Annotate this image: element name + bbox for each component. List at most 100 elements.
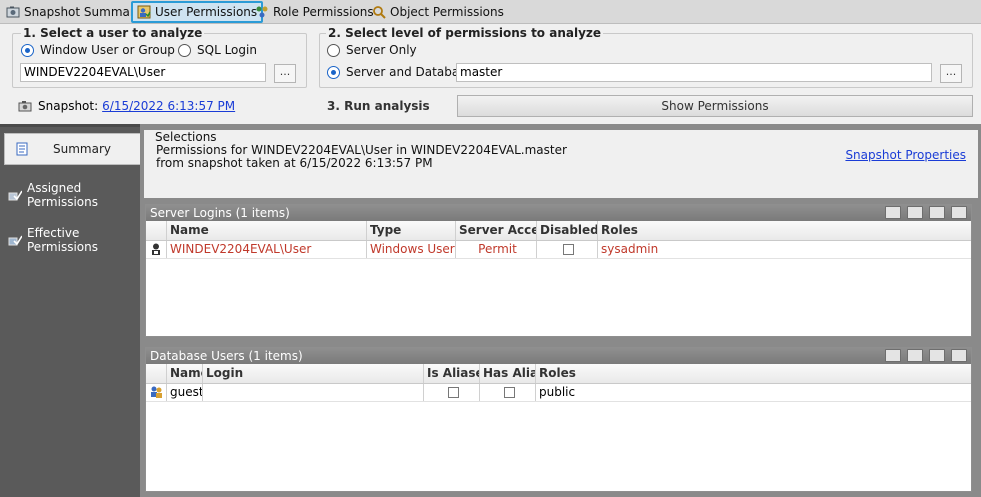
login-type: Windows User <box>367 241 456 258</box>
group-by-icon[interactable] <box>885 349 901 362</box>
tab-role-permissions[interactable]: Role Permissions <box>251 1 378 23</box>
tab-label: User Permissions <box>155 5 258 19</box>
column-header[interactable]: Server Access <box>456 221 537 240</box>
login-disabled-cell <box>537 241 598 258</box>
tab-user-permissions[interactable]: User Permissions <box>131 1 264 23</box>
nav-item-assigned-permissions[interactable]: Assigned Permissions <box>4 179 140 211</box>
radio-window-user-dot[interactable] <box>21 43 34 57</box>
snapshot-link[interactable]: 6/15/2022 6:13:57 PM <box>102 99 235 113</box>
nav-label: Summary <box>53 142 111 156</box>
show-permissions-button[interactable]: Show Permissions <box>457 95 973 117</box>
assigned-permissions-icon <box>8 190 22 201</box>
snapshot-properties-link[interactable]: Snapshot Properties <box>845 148 966 162</box>
nav-label: Assigned Permissions <box>27 181 98 209</box>
selections-spacer <box>144 172 978 198</box>
user-row-icon <box>146 384 167 401</box>
step2-title: 2. Select level of permissions to analyz… <box>326 26 604 40</box>
login-name: WINDEV2204EVAL\User <box>167 241 367 258</box>
step1-title: 1. Select a user to analyze <box>21 26 205 40</box>
database-users-grid: Database Users (1 items) Name Login Is A… <box>145 347 972 492</box>
database-users-columns: Name Login Is Aliased Has Alias Roles <box>146 364 971 384</box>
table-row[interactable]: guest public <box>146 384 971 402</box>
column-header[interactable]: Has Alias <box>480 364 536 383</box>
snapshot-info: Snapshot: 6/15/2022 6:13:57 PM <box>18 99 235 113</box>
column-header[interactable]: Login <box>203 364 424 383</box>
column-header[interactable]: Name <box>167 221 367 240</box>
group-by-icon[interactable] <box>885 206 901 219</box>
is-aliased-cell <box>424 384 480 401</box>
selections-title: Selections <box>152 130 220 144</box>
user-roles: public <box>539 385 576 399</box>
is-aliased-checkbox[interactable] <box>447 387 459 398</box>
column-header[interactable]: Roles <box>536 364 971 383</box>
user-name: guest <box>167 384 203 401</box>
tab-object-permissions[interactable]: Object Permissions <box>368 1 508 23</box>
left-nav: Summary Assigned Permissions Effective P… <box>0 124 140 497</box>
radio-label: Server Only <box>346 43 417 57</box>
selections-line-1: Permissions for WINDEV2204EVAL\User in W… <box>156 143 567 157</box>
step3-title: 3. Run analysis <box>327 99 430 113</box>
user-field[interactable]: WINDEV2204EVAL\User <box>20 63 266 82</box>
column-header[interactable]: Type <box>367 221 456 240</box>
column-header[interactable]: Disabled <box>537 221 598 240</box>
nav-item-effective-permissions[interactable]: Effective Permissions <box>4 224 140 256</box>
radio-label: Server and Database <box>346 65 473 79</box>
top-toolbar: Snapshot Summary User Permissions Role P… <box>0 0 981 24</box>
export-excel-icon[interactable] <box>929 349 945 362</box>
disabled-checkbox[interactable] <box>563 244 574 255</box>
selections-box: Selections Permissions for WINDEV2204EVA… <box>144 130 978 174</box>
column-header[interactable]: Is Aliased <box>424 364 480 383</box>
radio-sql-login[interactable]: SQL Login <box>178 43 257 57</box>
windows-user-icon <box>152 243 160 255</box>
browse-user-button[interactable]: ... <box>274 64 296 83</box>
radio-label: SQL Login <box>197 43 257 57</box>
main-panel: Selections Permissions for WINDEV2204EVA… <box>140 124 981 497</box>
login-server-access: Permit <box>456 241 537 258</box>
tab-label: Role Permissions <box>273 5 374 19</box>
print-icon[interactable] <box>951 206 967 219</box>
browse-database-button[interactable]: ... <box>940 64 962 83</box>
row-icon-column <box>146 221 167 240</box>
grid-tools <box>885 206 967 219</box>
export-excel-icon[interactable] <box>929 206 945 219</box>
summary-icon <box>16 142 28 156</box>
database-users-title: Database Users (1 items) <box>150 349 303 363</box>
radio-server-db-dot[interactable] <box>327 65 340 79</box>
has-alias-checkbox[interactable] <box>503 387 515 398</box>
tab-label: Object Permissions <box>390 5 504 19</box>
login-row-icon <box>146 241 167 258</box>
snapshot-label: Snapshot: <box>38 99 99 113</box>
column-chooser-icon[interactable] <box>907 349 923 362</box>
camera-icon <box>18 101 32 112</box>
has-alias-cell <box>480 384 536 401</box>
row-icon-column <box>146 364 167 383</box>
column-header[interactable]: Roles <box>598 221 971 240</box>
nav-label: Effective Permissions <box>27 226 98 254</box>
nav-item-summary[interactable]: Summary <box>4 133 140 165</box>
snapshot-icon <box>6 6 20 18</box>
selections-line-2: from snapshot taken at 6/15/2022 6:13:57… <box>156 156 433 170</box>
role-permissions-icon <box>256 6 268 18</box>
table-row[interactable]: WINDEV2204EVAL\User Windows User Permit … <box>146 241 971 259</box>
column-chooser-icon[interactable] <box>907 206 923 219</box>
user-login <box>203 384 424 401</box>
grid-tools <box>885 349 967 362</box>
print-icon[interactable] <box>951 349 967 362</box>
server-logins-grid: Server Logins (1 items) Name Type Server… <box>145 204 972 337</box>
tab-snapshot-summary[interactable]: Snapshot Summary <box>2 1 146 23</box>
radio-server-only[interactable]: Server Only <box>327 43 417 57</box>
database-field[interactable]: master <box>456 63 932 82</box>
server-logins-columns: Name Type Server Access Disabled Roles <box>146 221 971 241</box>
effective-permissions-icon <box>8 235 22 246</box>
database-users-header: Database Users (1 items) <box>146 348 971 364</box>
radio-server-only-dot[interactable] <box>327 43 340 57</box>
options-panel: 1. Select a user to analyze Window User … <box>0 24 981 124</box>
radio-server-and-database[interactable]: Server and Database <box>327 65 473 79</box>
server-logins-header: Server Logins (1 items) <box>146 205 971 221</box>
object-permissions-icon <box>373 6 386 19</box>
radio-sql-login-dot[interactable] <box>178 43 191 57</box>
radio-label: Window User or Group <box>40 43 175 57</box>
column-header[interactable]: Name <box>167 364 203 383</box>
user-permissions-icon <box>137 5 151 19</box>
radio-window-user[interactable]: Window User or Group <box>21 43 175 57</box>
